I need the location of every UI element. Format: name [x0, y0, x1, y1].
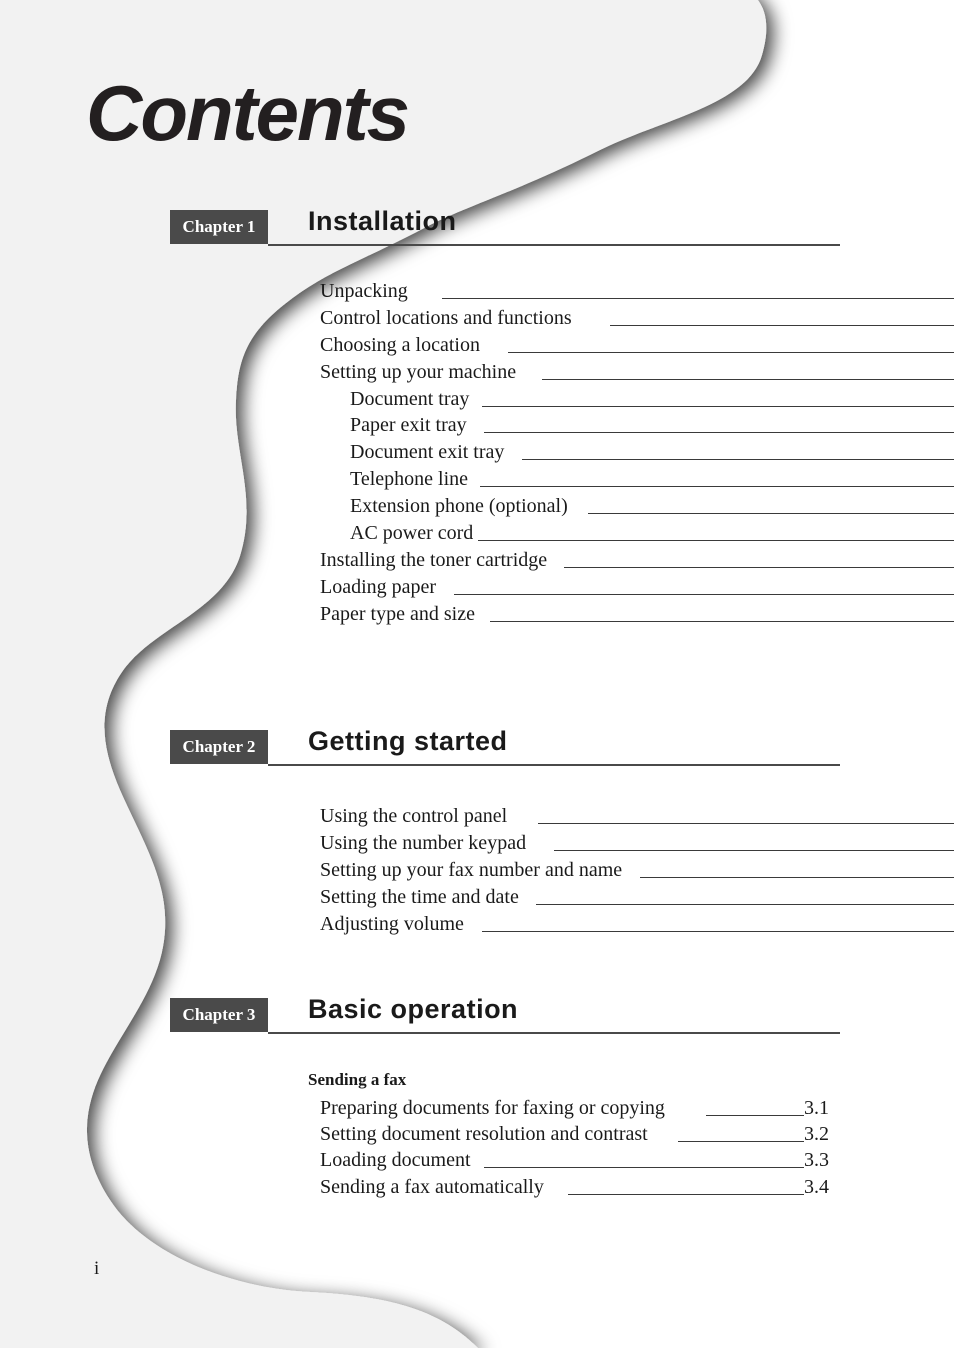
chapter-title-2[interactable]: Getting started — [308, 726, 508, 757]
toc-entry-label: Preparing documents for faxing or copyin… — [320, 1097, 665, 1119]
chapter-title-1[interactable]: Installation — [308, 206, 457, 237]
toc-leader — [484, 1167, 804, 1168]
toc-section-label: Sending a fax — [308, 1070, 407, 1089]
toc-entry-label: Setting up your machine — [320, 361, 517, 383]
toc-leader — [478, 540, 954, 541]
toc-leader — [542, 379, 954, 380]
page-title: Contents — [86, 69, 410, 157]
chapter-block-3: Chapter 3 Basic operation — [0, 994, 954, 1038]
toc-leader — [678, 1141, 804, 1142]
toc-leader — [508, 352, 954, 353]
chapter-badge-2: Chapter 2 — [170, 730, 268, 764]
toc-entry-label: Document exit tray — [350, 441, 505, 463]
toc-leader — [568, 1194, 804, 1195]
toc-leader — [564, 567, 954, 568]
toc-entry-label: Loading document — [320, 1149, 471, 1171]
toc-entry-label: Choosing a location — [320, 334, 480, 356]
toc-leader — [536, 904, 954, 905]
toc-entry-label: Control locations and functions — [320, 307, 572, 329]
toc-page-number: 3.4 — [804, 1176, 829, 1198]
chapter-badge-1: Chapter 1 — [170, 210, 268, 244]
chapter-title-3[interactable]: Basic operation — [308, 994, 518, 1025]
toc-entry-label: Extension phone (optional) — [350, 495, 568, 517]
toc-page-number: 3.2 — [804, 1123, 829, 1145]
toc-leader — [490, 621, 954, 622]
chapter-header-2: Chapter 2 Getting started — [170, 726, 840, 770]
toc-leader — [554, 850, 954, 851]
toc-leader — [706, 1115, 804, 1116]
toc-entry-label: Setting up your fax number and name — [320, 859, 623, 881]
toc-page-number: 3.1 — [804, 1097, 829, 1119]
toc-leader — [538, 823, 954, 824]
chapter-rule-2 — [268, 764, 840, 766]
toc-entry-label: Setting the time and date — [320, 886, 519, 908]
toc-entry-label: Document tray — [350, 388, 470, 410]
folio-page-number: i — [94, 1258, 100, 1279]
toc-leader — [454, 594, 954, 595]
toc-entry-label: Adjusting volume — [320, 913, 464, 935]
toc-entry-label: Installing the toner cartridge — [320, 549, 548, 571]
toc-entry-label: Telephone line — [350, 468, 468, 490]
toc-entry-label: AC power cord — [350, 522, 474, 544]
chapter-header-3: Chapter 3 Basic operation — [170, 994, 840, 1038]
toc-leader — [588, 513, 954, 514]
chapter-block-1: Chapter 1 Installation — [0, 206, 954, 250]
toc-leader — [482, 931, 954, 932]
toc-entry-label: Unpacking — [320, 280, 408, 302]
toc-leader — [482, 406, 954, 407]
toc-leader — [640, 877, 954, 878]
toc-page: Contents Chapter 1 Installation Unpackin… — [0, 0, 954, 1348]
toc-entry-label: Using the control panel — [320, 805, 508, 827]
toc-leader — [484, 432, 954, 433]
toc-entry-label: Sending a fax automatically — [320, 1176, 544, 1198]
chapter-badge-3: Chapter 3 — [170, 998, 268, 1032]
chapter-header-1: Chapter 1 Installation — [170, 206, 840, 250]
chapter-rule-1 — [268, 244, 840, 246]
toc-entry-label: Setting document resolution and contrast — [320, 1123, 648, 1145]
chapter-rule-3 — [268, 1032, 840, 1034]
toc-leader — [610, 325, 954, 326]
toc-leader — [480, 486, 954, 487]
toc-entry-label: Paper type and size — [320, 603, 475, 625]
chapter-block-2: Chapter 2 Getting started — [0, 726, 954, 770]
toc-leader — [522, 459, 954, 460]
toc-page-number: 3.3 — [804, 1149, 829, 1171]
toc-entry-label: Paper exit tray — [350, 414, 467, 436]
toc-entry-label: Using the number keypad — [320, 832, 527, 854]
toc-leader — [442, 298, 954, 299]
toc-entry-label: Loading paper — [320, 576, 437, 598]
